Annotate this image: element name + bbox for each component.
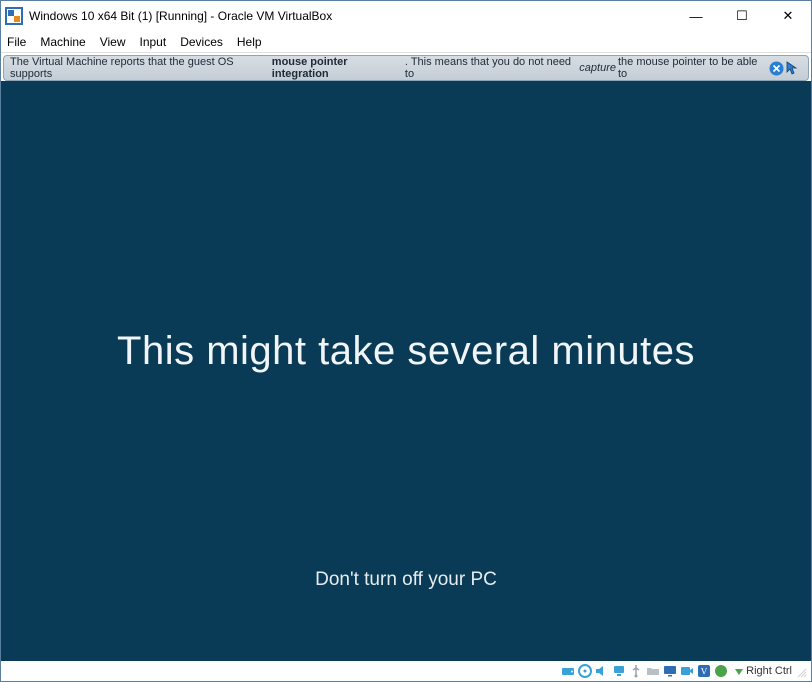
maximize-button[interactable]: ☐ [719,1,765,31]
menu-machine[interactable]: Machine [40,35,85,49]
infobar-text-italic: capture [579,62,616,74]
menubar: File Machine View Input Devices Help [1,31,811,53]
virtualization-icon[interactable]: V [696,663,712,679]
menu-view[interactable]: View [100,35,126,49]
display-icon[interactable] [662,663,678,679]
host-key-label: Right Ctrl [746,665,792,677]
window-title: Windows 10 x64 Bit (1) [Running] - Oracl… [29,9,673,23]
windows-update-main-message: This might take several minutes [117,329,695,374]
svg-text:V: V [701,667,708,677]
minimize-button[interactable]: — [673,1,719,31]
menu-file[interactable]: File [7,35,26,49]
infobar-text-bold: mouse pointer integration [272,56,403,80]
resize-grip[interactable] [795,665,807,677]
window-controls: — ☐ ✕ [673,1,811,31]
virtualbox-app-icon [5,7,23,25]
usb-icon[interactable] [628,663,644,679]
infobar-mouse-icon[interactable] [786,60,802,76]
hard-disk-activity-icon[interactable] [560,663,576,679]
menu-devices[interactable]: Devices [180,35,223,49]
menu-input[interactable]: Input [140,35,167,49]
infobar-text-mid: . This means that you do not need to [405,56,577,80]
menu-help[interactable]: Help [237,35,262,49]
recording-icon[interactable] [679,663,695,679]
host-key-indicator[interactable]: Right Ctrl [730,665,794,677]
infobar-dismiss-button[interactable] [769,60,784,76]
network-icon[interactable] [611,663,627,679]
shared-folders-icon[interactable] [645,663,661,679]
close-button[interactable]: ✕ [765,1,811,31]
virtualbox-window: Windows 10 x64 Bit (1) [Running] - Oracl… [0,0,812,682]
infobar-text-pre: The Virtual Machine reports that the gue… [10,56,270,80]
guest-display[interactable]: This might take several minutes Don't tu… [1,81,811,661]
statusbar: V Right Ctrl [1,661,811,681]
audio-icon[interactable] [594,663,610,679]
titlebar[interactable]: Windows 10 x64 Bit (1) [Running] - Oracl… [1,1,811,31]
guest-additions-icon[interactable] [713,663,729,679]
windows-update-sub-message: Don't turn off your PC [315,569,497,591]
down-arrow-icon [734,666,744,676]
optical-drive-icon[interactable] [577,663,593,679]
mouse-integration-infobar: The Virtual Machine reports that the gue… [3,55,809,81]
infobar-text-post: the mouse pointer to be able to [618,56,765,80]
